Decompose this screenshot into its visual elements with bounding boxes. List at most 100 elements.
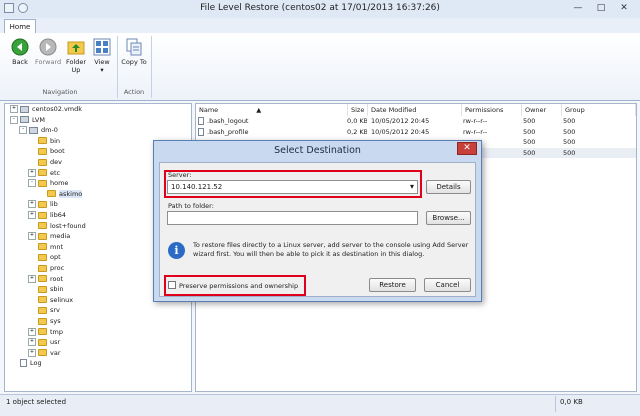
tree-node[interactable]: + etc: [28, 168, 60, 178]
tree-node[interactable]: + lib64: [28, 210, 66, 220]
tree-expander-icon[interactable]: -: [28, 179, 36, 188]
tree-node-label: mnt: [50, 242, 63, 251]
tree-node-label: lib: [50, 200, 58, 209]
column-header-owner[interactable]: Owner: [522, 104, 562, 116]
cell-group: 500: [563, 148, 635, 158]
status-bar: [0, 394, 640, 416]
tree-node[interactable]: + var: [28, 348, 61, 358]
tree-node[interactable]: + media: [28, 231, 70, 241]
folder-icon: [38, 349, 47, 357]
back-label: Back: [12, 58, 28, 66]
disk-icon: [20, 105, 29, 113]
cell-text: 500: [563, 127, 576, 136]
tree-expander-icon[interactable]: +: [28, 200, 36, 209]
column-header-date[interactable]: Date Modified: [368, 104, 462, 116]
status-size: 0,0 KB: [560, 398, 583, 406]
tree-node-label: dev: [50, 158, 62, 166]
tree-expander-icon[interactable]: +: [28, 338, 36, 347]
tree-node[interactable]: dev: [28, 157, 62, 167]
forward-button[interactable]: Forward: [35, 36, 61, 86]
cell-owner: 500: [523, 127, 561, 137]
tree-node[interactable]: lost+found: [28, 221, 86, 231]
details-button[interactable]: Details: [426, 180, 471, 194]
tree-expander-icon[interactable]: +: [28, 232, 36, 241]
preserve-highlight: [164, 275, 306, 296]
tree-node[interactable]: sys: [28, 316, 61, 326]
tree-expander-icon[interactable]: +: [10, 105, 18, 113]
folder-icon: [38, 147, 47, 155]
chevron-down-icon: ▾: [100, 66, 104, 74]
cell-text: 500: [523, 117, 536, 125]
view-label: View: [94, 58, 110, 66]
tree-expander-icon[interactable]: +: [28, 211, 36, 219]
tree-node[interactable]: - LVM: [10, 115, 45, 125]
status-divider: [555, 396, 556, 412]
cell-group: 500: [563, 116, 635, 126]
tree-expander-icon[interactable]: +: [28, 327, 36, 336]
tree-node-label: sys: [50, 317, 61, 325]
folder-icon: [38, 200, 47, 208]
tree-node[interactable]: opt: [28, 252, 61, 262]
tree-node[interactable]: proc: [28, 263, 64, 273]
cell-text: 500: [523, 148, 536, 157]
tree-node-label: media: [50, 232, 71, 241]
minimize-button[interactable]: —: [567, 1, 589, 16]
tree-node[interactable]: - dm-0: [19, 125, 58, 135]
tab-home[interactable]: Home: [4, 19, 36, 34]
tree-node[interactable]: srv: [28, 305, 60, 315]
tree-node[interactable]: askimo: [37, 189, 83, 199]
column-header-permissions[interactable]: Permissions: [462, 104, 522, 116]
folder-up-button[interactable]: Folder Up: [63, 36, 89, 86]
column-header-group[interactable]: Group: [562, 104, 636, 116]
cell-text: 500: [563, 148, 576, 157]
cell-text: .bash_profile: [207, 127, 249, 136]
tree-node[interactable]: + centos02.vmdk: [10, 104, 82, 114]
tree-node[interactable]: Log: [10, 358, 42, 368]
tree-node-label: bin: [50, 136, 61, 145]
tree-node-label: var: [50, 348, 61, 357]
copy-to-button[interactable]: Copy To: [121, 36, 147, 86]
tree-node-label: lib64: [50, 211, 67, 219]
tree-node[interactable]: + lib: [28, 199, 58, 209]
cell-owner: 500: [523, 116, 561, 126]
tree-node-label: askimo: [59, 189, 83, 198]
maximize-button[interactable]: □: [590, 1, 612, 16]
tree-node[interactable]: mnt: [28, 242, 63, 252]
column-header-name[interactable]: Name ▲: [196, 104, 348, 116]
tree-node[interactable]: + tmp: [28, 327, 63, 337]
folder-icon: [38, 328, 47, 336]
cell-perm: rw-r--r--: [463, 116, 521, 126]
dialog-close-button[interactable]: ✕: [457, 142, 477, 155]
tree-node[interactable]: - home: [28, 178, 68, 188]
restore-button[interactable]: Restore: [369, 278, 416, 292]
folder-icon: [38, 158, 47, 166]
browse-button[interactable]: Browse...: [426, 211, 471, 225]
tree-node[interactable]: sbin: [28, 284, 63, 294]
column-header-size[interactable]: Size: [348, 104, 368, 116]
tree-node[interactable]: bin: [28, 136, 60, 146]
tree-node[interactable]: selinux: [28, 295, 73, 305]
close-window-button[interactable]: ✕: [613, 1, 635, 16]
tree-expander-icon[interactable]: -: [10, 115, 18, 124]
file-icon: [198, 127, 204, 136]
server-highlight: [164, 170, 422, 198]
tree-expander-icon[interactable]: +: [28, 348, 36, 357]
back-arrow-icon: [11, 38, 29, 56]
tree-node[interactable]: + root: [28, 274, 63, 284]
dialog-title: Select Destination: [274, 145, 361, 156]
cancel-button[interactable]: Cancel: [424, 278, 471, 292]
tree-node-label: root: [50, 274, 64, 283]
tree-node[interactable]: boot: [28, 146, 65, 156]
path-input[interactable]: [167, 211, 418, 225]
tree-expander-icon[interactable]: +: [28, 274, 36, 283]
view-button[interactable]: View ▾: [89, 36, 115, 86]
file-icon: [198, 117, 204, 125]
cell-text: rw-r--r--: [463, 117, 488, 125]
back-button[interactable]: Back: [7, 36, 33, 86]
cell-owner: 500: [523, 148, 561, 158]
tree-expander-icon[interactable]: -: [19, 126, 27, 135]
tree-node-label: tmp: [50, 327, 64, 336]
tree-node[interactable]: + usr: [28, 337, 60, 347]
cell-text: 10/05/2012 20:45: [371, 117, 430, 125]
tree-expander-icon[interactable]: +: [28, 168, 36, 177]
